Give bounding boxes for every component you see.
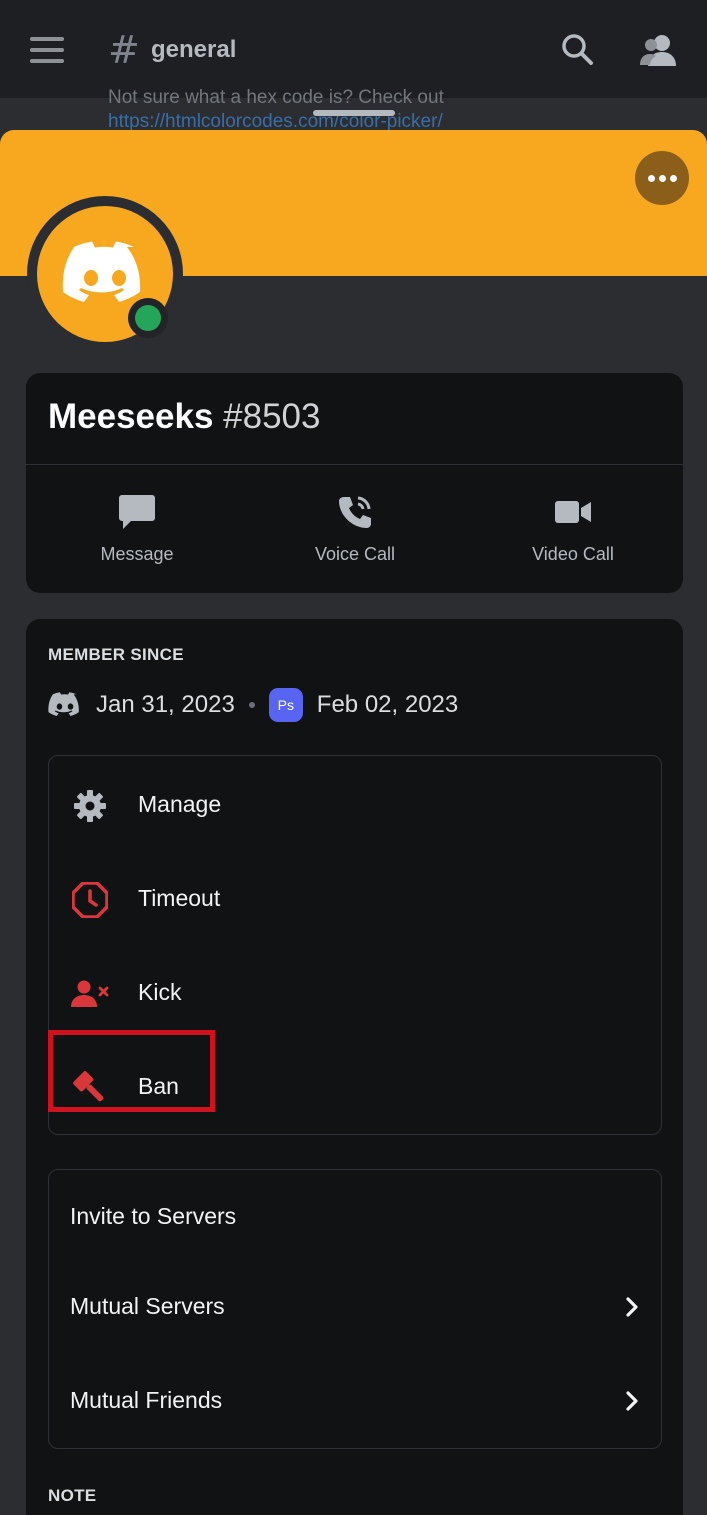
invite-to-servers-button[interactable]: Invite to Servers (49, 1170, 661, 1263)
voice-call-label: Voice Call (314, 544, 396, 564)
username-text: Meeseeks (48, 397, 214, 436)
more-options-icon[interactable] (635, 151, 689, 205)
mutual-friends-button[interactable]: Mutual Friends (49, 1354, 661, 1447)
server-icon: Ps (268, 688, 303, 722)
channel-header: # general Not sure what a hex code is? C… (0, 0, 707, 132)
video-call-button[interactable]: Video Call (493, 493, 653, 565)
timeout-button[interactable]: Timeout (49, 852, 661, 946)
video-call-label: Video Call (532, 544, 614, 564)
discord-join-date: Jan 31, 2023 (96, 691, 235, 718)
video-camera-icon (493, 493, 653, 531)
mutual-servers-button[interactable]: Mutual Servers (49, 1260, 661, 1353)
invite-to-servers-label: Invite to Servers (70, 1203, 237, 1229)
hamburger-menu-icon[interactable] (30, 37, 64, 63)
message-button[interactable]: Message (57, 493, 217, 565)
online-status-indicator (128, 298, 168, 338)
sheet-drag-handle[interactable] (313, 110, 395, 116)
member-since-row: Jan 31, 2023 Ps Feb 02, 2023 (48, 687, 458, 723)
channel-hash-icon: # (108, 28, 140, 72)
manage-label: Manage (138, 791, 222, 817)
profile-name-card: Meeseeks #8503 Message Voice Call Video … (26, 373, 683, 593)
phone-call-icon (275, 493, 435, 531)
channel-name[interactable]: general (151, 36, 236, 64)
moderation-actions: Manage Timeout Kick Ban (48, 755, 662, 1135)
social-actions: Invite to Servers Mutual Servers Mutual … (48, 1169, 662, 1449)
kick-user-icon (71, 975, 109, 1013)
kick-label: Kick (138, 979, 182, 1005)
members-icon[interactable] (638, 32, 678, 68)
profile-info-card: MEMBER SINCE Jan 31, 2023 Ps Feb 02, 202… (26, 619, 683, 1515)
timeout-clock-icon (71, 881, 109, 919)
kick-button[interactable]: Kick (49, 946, 661, 1040)
member-since-heading: MEMBER SINCE (48, 645, 184, 664)
mutual-friends-label: Mutual Friends (70, 1387, 223, 1413)
manage-button[interactable]: Manage (49, 758, 661, 852)
discriminator: #8503 (223, 397, 321, 436)
separator-dot (248, 702, 255, 708)
username: Meeseeks #8503 (48, 397, 320, 437)
timeout-label: Timeout (138, 885, 221, 911)
gear-icon (71, 787, 109, 825)
search-icon[interactable] (560, 32, 596, 68)
server-join-date: Feb 02, 2023 (316, 691, 459, 718)
voice-call-button[interactable]: Voice Call (275, 493, 435, 565)
chat-peek-text: Not sure what a hex code is? Check out (108, 87, 444, 108)
profile-sheet: Meeseeks #8503 Message Voice Call Video … (0, 130, 707, 1515)
divider (26, 464, 683, 465)
message-label: Message (100, 544, 174, 564)
note-heading: NOTE (48, 1486, 97, 1505)
mutual-servers-label: Mutual Servers (70, 1293, 225, 1319)
chevron-right-icon (626, 1391, 638, 1411)
chat-bubble-icon (57, 493, 217, 531)
discord-logo-icon (48, 692, 82, 718)
chevron-right-icon (626, 1297, 638, 1317)
ban-highlight-box (48, 1030, 215, 1112)
